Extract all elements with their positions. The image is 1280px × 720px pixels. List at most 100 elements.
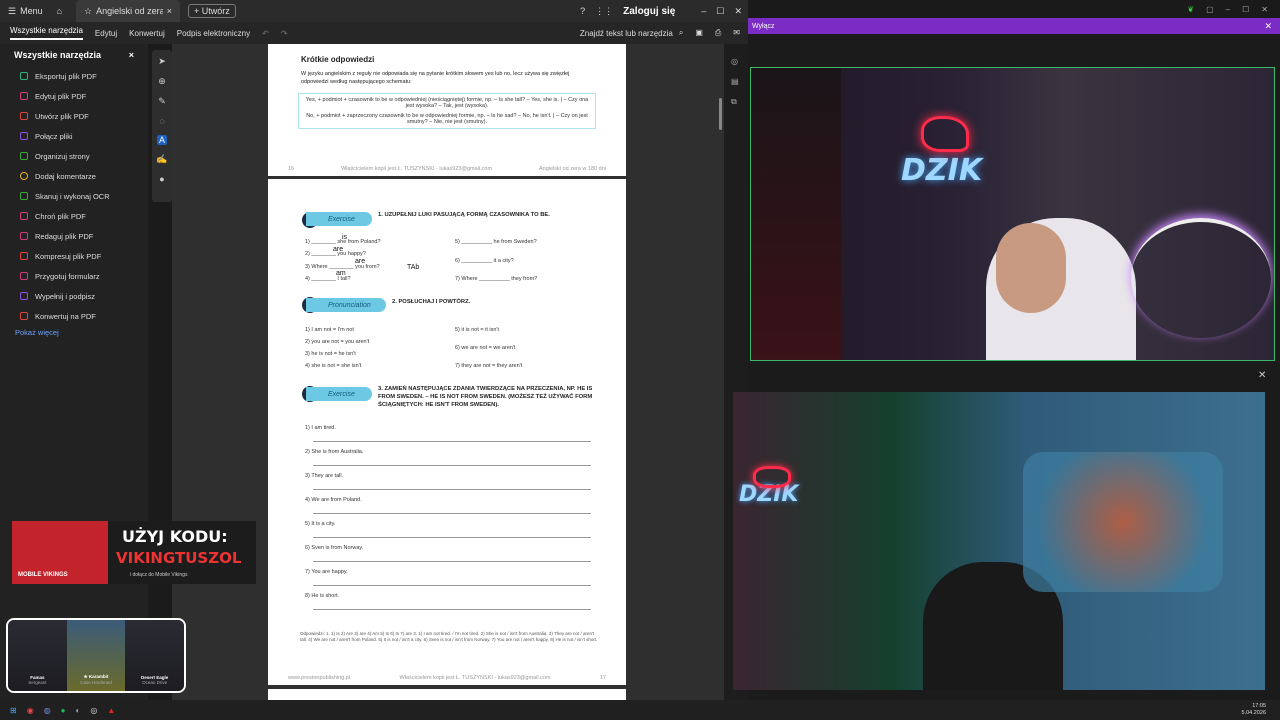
redo-icon[interactable]: ↷ [281, 29, 288, 38]
color-dot-icon[interactable]: ● [159, 174, 164, 184]
ex3-item: 3) They are tall. [305, 473, 344, 479]
system-clock[interactable]: 17:05 5.04.2026 [1242, 703, 1280, 717]
ex3-item: 2) She is from Australia. [305, 449, 364, 455]
right-rail-icons[interactable]: ◎ ▤ ⧉ [731, 52, 739, 112]
tool-edit-pdf[interactable]: Edytuj plik PDF [0, 86, 148, 106]
scan-icon [20, 192, 28, 200]
maximize-stream-icon[interactable]: ☐ [1242, 5, 1249, 14]
redact-icon [20, 232, 28, 240]
edit-icon [20, 92, 28, 100]
skin-card: ★ Karambit Case Hardened [66, 620, 126, 691]
obs-icon[interactable]: ◎ [90, 706, 97, 715]
tool-organize[interactable]: Organizuj strony [0, 146, 148, 166]
handwritten-answer[interactable]: are [333, 246, 343, 253]
home-icon[interactable]: ⌂ [51, 6, 68, 16]
discord-icon[interactable]: ◍ [44, 706, 51, 715]
tool-export-pdf[interactable]: Eksportuj plik PDF [0, 66, 148, 86]
export-icon [20, 72, 28, 80]
sign-tool-icon[interactable]: ✍ [156, 154, 167, 165]
tool-search[interactable]: Znajdź tekst lub narzędzia ⌕ [580, 28, 683, 38]
menu-esign[interactable]: Podpis elektroniczny [177, 29, 250, 38]
maximize-icon[interactable]: ☐ [716, 6, 724, 17]
close-notification-icon[interactable]: ✕ [1264, 21, 1280, 32]
tool-prepare-form[interactable]: Przygotuj formularz [0, 266, 148, 286]
tool-redact[interactable]: Redaguj plik PDF [0, 226, 148, 246]
ex1-item: 7) Where __________ they from? [455, 276, 538, 282]
help-icon[interactable]: ? [580, 6, 585, 16]
ex2-item: 6) we are not = we aren't [455, 345, 516, 351]
undo-icon[interactable]: ↶ [262, 29, 269, 38]
tool-create-pdf[interactable]: Utwórz plik PDF [0, 106, 148, 126]
tool-compress[interactable]: Kompresuj plik PDF [0, 246, 148, 266]
popout-icon[interactable]: ▢ [1206, 5, 1214, 14]
graffiti-wall [1023, 452, 1223, 592]
notification-text[interactable]: Wyłącz [752, 23, 775, 30]
scroll-thumb[interactable] [719, 98, 722, 130]
steam-icon[interactable]: ◐ [76, 706, 81, 715]
lasso-icon[interactable]: ◌ [159, 116, 164, 126]
windows-taskbar: ⊞ ◉ ◍ ● ◐ ◎ ▲ 17:05 5.04.2026 [0, 700, 1280, 720]
search-icon: ⌕ [678, 28, 684, 37]
close-stream-icon[interactable]: ✕ [1261, 5, 1268, 14]
start-icon[interactable]: ⊞ [10, 706, 17, 715]
mail-icon[interactable]: ✉ [733, 28, 740, 38]
save-icon[interactable]: ▣ [695, 28, 703, 38]
skin-drop-widget: Famas Sergeant ★ Karambit Case Hardened De… [6, 618, 186, 693]
close-window-icon[interactable]: ✕ [734, 6, 742, 17]
handwritten-answer[interactable]: am [336, 270, 346, 277]
quick-tool-strip: ➤ ⊕ ✎ ◌ A ✍ ● [152, 50, 172, 202]
apps-grid-icon[interactable]: ⋮⋮ [595, 6, 613, 17]
skin-card: Famas Sergeant [8, 620, 67, 691]
close-tab-icon[interactable]: × [167, 6, 172, 16]
shield-icon [20, 212, 28, 220]
new-tab-button[interactable]: + Utwórz [188, 4, 236, 18]
handwritten-answer[interactable]: are [355, 258, 365, 265]
print-icon[interactable]: ⎙ [715, 28, 721, 38]
tool-combine[interactable]: Połącz pliki [0, 126, 148, 146]
answer-line [313, 609, 591, 610]
ex2-item: 5) it is not = it isn't [455, 327, 499, 333]
menu-all-tools[interactable]: Wszystkie narzędzia [10, 26, 83, 40]
answer-line [313, 561, 591, 562]
close-cam2-icon[interactable]: ✕ [1258, 370, 1266, 381]
tool-scan-ocr[interactable]: Skanuj i wykonaj OCR [0, 186, 148, 206]
select-cursor-icon[interactable]: ➤ [158, 56, 166, 67]
acrobat-icon[interactable]: ▲ [107, 706, 115, 715]
ex3-item: 6) Sven is from Norway. [305, 545, 364, 551]
spotify-icon[interactable]: ● [61, 706, 66, 715]
minimize-icon[interactable]: – [701, 6, 706, 16]
compress-icon [20, 252, 28, 260]
tool-fill-sign[interactable]: Wypełnij i podpisz [0, 286, 148, 306]
menu-button[interactable]: ☰ Menu [0, 6, 51, 17]
intro-text: W języku angielskim z reguły nie odpowia… [301, 71, 570, 85]
pdf-page-16: Krótkie odpowiedzi W języku angielskim z… [268, 44, 626, 176]
tool-protect[interactable]: Chroń plik PDF [0, 206, 148, 226]
promo-banner[interactable]: MOBILE VIKINGS UŻYJ KODU: VIKINGTUSZOL i… [12, 521, 256, 584]
leaf-icon: ❦ [1187, 4, 1195, 14]
convert-icon [20, 312, 28, 320]
login-button[interactable]: Zaloguj się [623, 6, 675, 17]
ex1-item: 5) __________ he from Sweden? [455, 239, 537, 245]
pen-icon[interactable]: ✎ [158, 96, 166, 107]
answer-line [313, 513, 591, 514]
show-more-link[interactable]: Pokaż więcej [0, 328, 148, 337]
menu-convert[interactable]: Konwertuj [129, 29, 165, 38]
document-tab[interactable]: ☆Angielski od zera w ...× [76, 0, 181, 22]
tool-convert-to-pdf[interactable]: Konwertuj na PDF [0, 306, 148, 326]
tool-comment[interactable]: Dodaj komentarze [0, 166, 148, 186]
text-cursor-annotation[interactable]: TAb [407, 264, 419, 271]
zoom-icon[interactable]: ⊕ [158, 76, 166, 87]
answer-line [313, 585, 591, 586]
ex3-item: 5) It is a city. [305, 521, 336, 527]
neon-sign: DZIK [901, 153, 983, 188]
close-panel-icon[interactable]: × [129, 50, 134, 60]
exercise3-title: 3. ZAMIEŃ NASTĘPUJĄCE ZDANIA TWIERDZĄCE … [378, 386, 593, 408]
minimize-stream-icon[interactable]: – [1226, 5, 1230, 14]
handwritten-answer[interactable]: is [342, 234, 347, 241]
text-box-icon[interactable]: A [156, 135, 167, 145]
answer-key: Odpowiedzi: 1. 1) Is 2) Are 3) are 4) Am… [300, 631, 598, 642]
document-viewer[interactable]: Krótkie odpowiedzi W języku angielskim z… [172, 44, 724, 709]
chrome-icon[interactable]: ◉ [27, 706, 34, 715]
section-heading: Krótkie odpowiedzi [301, 55, 375, 64]
menu-edit[interactable]: Edytuj [95, 29, 117, 38]
